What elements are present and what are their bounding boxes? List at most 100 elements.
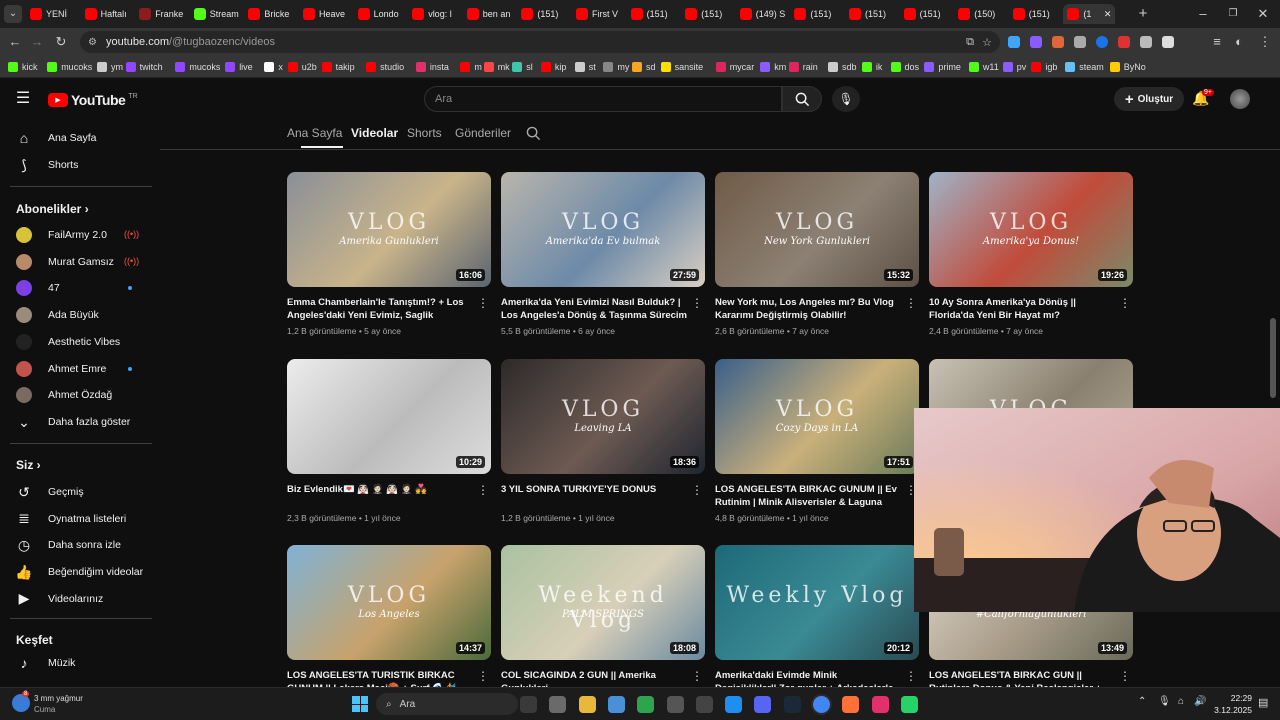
browser-tab[interactable]: (151) (790, 4, 844, 24)
youtube-logo[interactable]: ▶ YouTube TR (48, 92, 138, 108)
browser-tab[interactable]: (149) S (736, 4, 790, 24)
subscription-item[interactable]: Ahmet Emre (16, 359, 106, 379)
bookmark-item[interactable]: mucoks (175, 60, 220, 74)
back-icon[interactable]: ← (6, 33, 24, 51)
video-card[interactable]: VLOG Leaving LA 18:36 3 YIL SONRA TURKIYE'Y… (501, 359, 705, 523)
video-title[interactable]: LOS ANGELES'TA BIRKAC GUNUM || Ev Rutini… (715, 483, 901, 509)
video-title[interactable]: 10 Ay Sonra Amerika'ya Dönüş || Florida'… (929, 296, 1115, 322)
bookmark-item[interactable]: sdb (828, 60, 857, 74)
channel-tab[interactable]: Ana Sayfa (287, 126, 342, 140)
video-thumbnail[interactable]: VLOG Los Angeles 14:37 (287, 545, 491, 660)
clock-date[interactable]: 3.12.2025 (1210, 705, 1252, 715)
more-options-icon[interactable]: ⋮ (1119, 296, 1131, 310)
browser-tab[interactable]: Franke (135, 4, 189, 24)
bookmark-item[interactable]: m (460, 60, 482, 74)
video-title[interactable]: LOS ANGELES'TA BIRKAC GUN || Rutinlere D… (929, 669, 1115, 687)
sidebar-item[interactable]: ♪ Müzik (16, 653, 76, 673)
video-title[interactable]: New York mu, Los Angeles mı? Bu Vlog Kar… (715, 296, 901, 322)
browser-tab[interactable]: ben an (463, 4, 517, 24)
windows-start-icon[interactable] (352, 696, 368, 712)
bookmark-item[interactable]: insta (415, 60, 449, 74)
extensions-puzzle-icon[interactable] (1162, 36, 1174, 48)
bookmark-item[interactable]: steam (1065, 60, 1104, 74)
more-options-icon[interactable]: ⋮ (691, 669, 703, 683)
extension-icon[interactable] (1074, 36, 1086, 48)
sidebar-item[interactable]: ▶ Videolarınız (16, 589, 104, 609)
channel-tab[interactable]: Gönderiler (455, 126, 511, 140)
bookmark-item[interactable]: sl (512, 60, 533, 74)
instagram-icon[interactable] (871, 696, 889, 713)
restore-button[interactable]: ❐ (1224, 5, 1242, 23)
voice-search-button[interactable]: 🎙 (832, 86, 860, 112)
bookmark-item[interactable]: takip (321, 60, 355, 74)
bookmark-item[interactable]: ByNo (1109, 60, 1146, 74)
search-button[interactable] (782, 86, 822, 112)
browser-tab[interactable]: Bricke (244, 4, 298, 24)
video-card[interactable]: VLOG Amerika'da Ev bulmak 27:59 Amerika'da … (501, 172, 705, 336)
browser-tab[interactable]: (1 ✕ (1063, 4, 1116, 24)
video-thumbnail[interactable]: 10:29 (287, 359, 491, 474)
subscription-item[interactable]: Ahmet Özdağ (16, 385, 112, 405)
sidebar-item[interactable]: ⌂ Ana Sayfa (16, 128, 97, 148)
subscription-item[interactable]: Ada Büyük (16, 305, 99, 325)
video-card[interactable]: VLOG Cozy Days in LA 17:51 LOS ANGELES'TA B… (715, 359, 919, 523)
video-thumbnail[interactable]: Weekly Vlog 20:12 (715, 545, 919, 660)
bookmark-item[interactable]: kip (540, 60, 566, 74)
video-card[interactable]: Weekly Vlog 20:12 Amerika'daki Evimde Mini… (715, 545, 919, 687)
browser-tab[interactable]: (151) (627, 4, 681, 24)
extension-icon[interactable] (1008, 36, 1020, 48)
bookmark-item[interactable]: sd (632, 60, 656, 74)
video-title[interactable]: LOS ANGELES'TA TURISTIK BIRKAC GUNUM || … (287, 669, 473, 687)
browser-tab[interactable]: Londo (354, 4, 408, 24)
browser-tab[interactable]: (150) (954, 4, 1008, 24)
chrome-icon[interactable] (813, 696, 830, 713)
browser-tab[interactable]: vlog: l (408, 4, 462, 24)
profile-icon[interactable]: ◐ (1230, 33, 1248, 51)
more-options-icon[interactable]: ⋮ (477, 669, 489, 683)
widget-icon[interactable] (520, 696, 537, 713)
more-options-icon[interactable]: ⋮ (691, 296, 703, 310)
browser-menu-icon[interactable]: ⋮ (1256, 33, 1274, 51)
new-tab-button[interactable]: + (1134, 5, 1152, 23)
extension-icon[interactable] (1140, 36, 1152, 48)
video-thumbnail[interactable]: VLOG Amerika Gunlukleri 16:06 (287, 172, 491, 287)
install-app-icon[interactable]: ⧉ (966, 36, 974, 49)
bookmark-item[interactable]: my (603, 60, 629, 74)
bookmark-item[interactable]: ik (861, 60, 882, 74)
video-card[interactable]: VLOG Amerika'ya Donus! 19:26 10 Ay Sonra Am… (929, 172, 1133, 336)
bookmark-item[interactable]: st (574, 60, 596, 74)
bookmark-item[interactable]: prime (924, 60, 961, 74)
menu-icon[interactable]: ☰ (14, 90, 32, 108)
page-scrollbar[interactable] (1270, 318, 1276, 398)
steam-icon[interactable] (783, 696, 801, 713)
whatsapp-icon[interactable] (900, 696, 918, 713)
you-header[interactable]: Siz › (16, 458, 41, 472)
channel-tab[interactable]: Shorts (407, 126, 442, 140)
video-title[interactable]: Amerika'daki Evimde Minik Degisiklikler|… (715, 669, 901, 687)
taskbar-search[interactable]: ⌕ Ara (376, 693, 518, 715)
video-title[interactable]: Emma Chamberlain'le Tanıştım!? + Los Ang… (287, 296, 473, 322)
bookmark-item[interactable]: igb (1031, 60, 1057, 74)
clock-time[interactable]: 22:29 (1216, 693, 1252, 703)
video-thumbnail[interactable]: Weekend Vlog PALM SPRINGS 18:08 (501, 545, 705, 660)
discord-icon[interactable] (754, 696, 772, 713)
video-thumbnail[interactable]: VLOG Amerika'da Ev bulmak 27:59 (501, 172, 705, 287)
bookmark-item[interactable]: kick (8, 60, 38, 74)
show-more-button[interactable]: ⌄ Daha fazla göster (16, 412, 130, 432)
task-view-icon[interactable] (549, 696, 567, 713)
bookmark-item[interactable]: rain (788, 60, 818, 74)
firefox-icon[interactable] (842, 696, 860, 713)
video-card[interactable]: 10:29 Biz Evlendik💌 👰🏻 🤵🏻 👰🏻 🤵🏻 💑 ⋮ 2,3 B g… (287, 359, 491, 523)
extension-icon[interactable] (1052, 36, 1064, 48)
video-card[interactable]: Weekend Vlog PALM SPRINGS 18:08 COL SICAGIN… (501, 545, 705, 687)
extension-icon[interactable] (1096, 36, 1108, 48)
avatar[interactable] (1230, 89, 1250, 109)
subscription-item[interactable]: FailArmy 2.0 (16, 225, 107, 245)
browser-tab[interactable]: Haftalı (81, 4, 135, 24)
network-icon[interactable]: ⌂ (1178, 696, 1184, 707)
browser-tab[interactable]: First V (572, 4, 626, 24)
create-button[interactable]: + Oluştur (1114, 87, 1184, 111)
close-window-button[interactable]: ✕ (1254, 5, 1272, 23)
site-info-icon[interactable]: ⚙ (88, 37, 97, 48)
bookmark-item[interactable]: live (225, 60, 253, 74)
